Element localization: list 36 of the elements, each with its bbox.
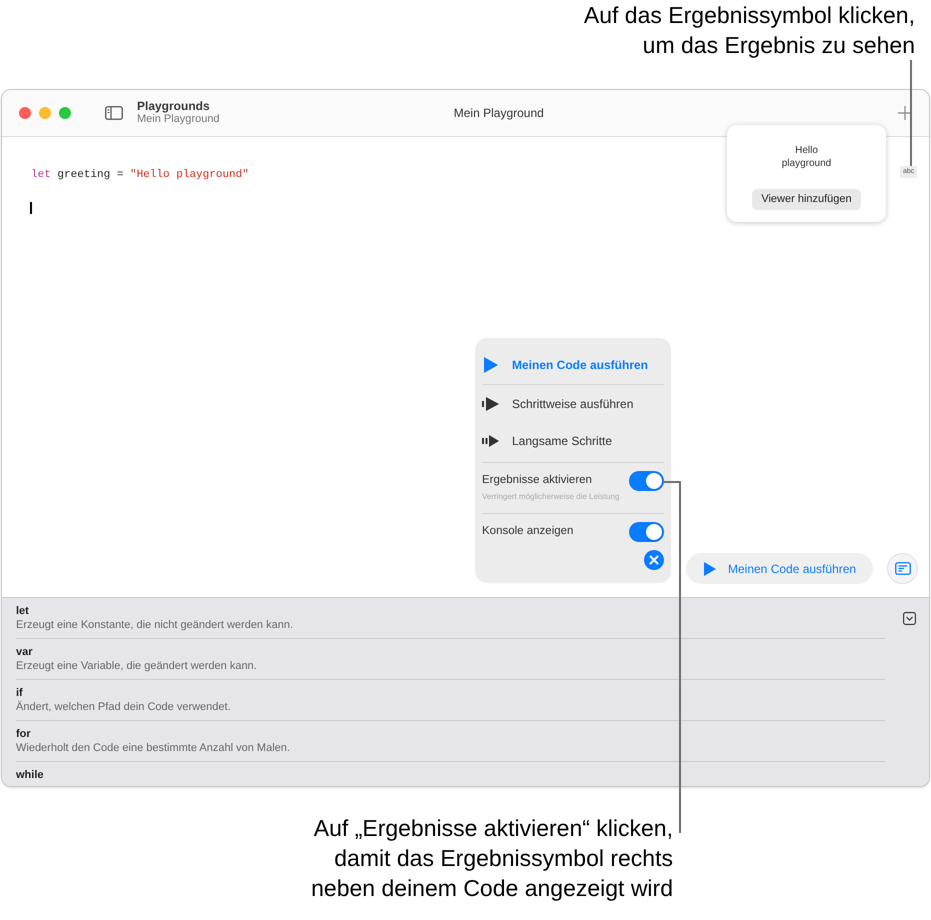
code-line: let greeting = "Hello playground" [31, 168, 249, 183]
close-icon[interactable] [644, 550, 664, 570]
doc-description: Wiederholt den Code eine bestimmte Anzahl von Malen. [16, 741, 291, 756]
toggle-switch[interactable] [629, 522, 664, 542]
result-value: Hello playground [780, 144, 832, 170]
callout-text: Auf das Ergebnissymbol klicken, um das Ergebnis zu sehen [584, 1, 915, 60]
text-cursor [30, 202, 32, 214]
play-icon [483, 356, 499, 374]
doc-keyword: if [16, 686, 24, 700]
toggle-hint: Verringert möglicherweise die Leistung [482, 491, 620, 503]
window-subtitle: Mein Playground [137, 113, 220, 126]
add-icon[interactable] [898, 106, 912, 120]
toggle-switch[interactable] [629, 471, 664, 491]
step-icon [482, 396, 500, 410]
doc-description: Erzeugt eine Konstante, die nicht geändert werden kann. [16, 618, 294, 633]
app-name: Playgrounds [137, 100, 211, 113]
play-icon [704, 562, 716, 576]
doc-keyword: var [16, 645, 34, 659]
window-title: Mein Playground [454, 105, 544, 122]
sidebar-icon[interactable] [105, 106, 123, 120]
add-viewer-button[interactable]: Viewer hinzufügen [752, 189, 861, 210]
doc-description: Ändert, welchen Pfad dein Code verwendet. [16, 700, 232, 715]
run-menu-item[interactable]: Langsame Schritte [482, 422, 664, 460]
toggle-label: Ergebnisse aktivieren [482, 473, 592, 488]
documentation-button[interactable] [887, 553, 918, 584]
doc-keyword: for [16, 727, 32, 741]
collapse-icon[interactable] [903, 612, 916, 625]
doc-keyword: let [16, 604, 30, 618]
zoom-window-button[interactable] [59, 107, 71, 119]
slow-step-icon [482, 435, 500, 447]
doc-keyword: while [16, 768, 45, 782]
toggle-label: Konsole anzeigen [482, 524, 574, 540]
close-window-button[interactable] [19, 107, 31, 119]
document-icon [894, 562, 910, 575]
callout-text: Auf „Ergebnisse aktivieren“ klicken, damit das Ergebnissymbol rechts neben deinem Code angezeigt wird [311, 814, 673, 903]
doc-description: Erzeugt eine Variable, die geändert werden kann. [16, 659, 258, 674]
